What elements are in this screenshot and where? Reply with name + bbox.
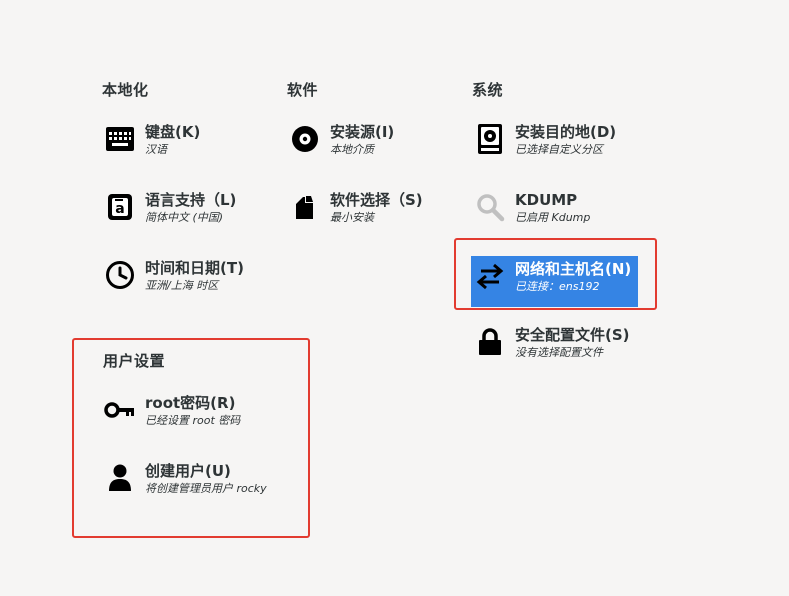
time-date-status: 亚洲/上海 时区 — [145, 279, 219, 292]
kdump-status: 已启用 Kdump — [515, 211, 591, 224]
language-support-title: 语言支持（L) — [145, 191, 237, 209]
software-selection-title: 软件选择（S) — [330, 191, 423, 209]
user-icon — [104, 462, 136, 494]
security-profile-status: 没有选择配置文件 — [515, 346, 603, 359]
language-support-status: 简体中文 (中国) — [145, 211, 224, 224]
install-destination-status: 已选择自定义分区 — [515, 143, 603, 156]
hard-drive-icon — [474, 123, 506, 155]
software-selection-status: 最小安装 — [330, 211, 374, 224]
root-password-status: 已经设置 root 密码 — [145, 414, 241, 427]
root-password-spoke[interactable]: root密码(R) 已经设置 root 密码 — [104, 393, 240, 428]
language-support-spoke[interactable]: a 语言支持（L) 简体中文 (中国) — [104, 190, 236, 225]
time-date-title: 时间和日期(T) — [145, 259, 244, 277]
root-password-title: root密码(R) — [145, 394, 236, 412]
keyboard-spoke[interactable]: 键盘(K) 汉语 — [104, 122, 200, 157]
security-profile-spoke[interactable]: 安全配置文件(S) 没有选择配置文件 — [474, 325, 630, 360]
disc-icon — [289, 123, 321, 155]
kdump-title: KDUMP — [515, 191, 578, 209]
install-source-spoke[interactable]: 安装源(I) 本地介质 — [289, 122, 394, 157]
install-source-title: 安装源(I) — [330, 123, 395, 141]
keyboard-title: 键盘(K) — [145, 123, 201, 141]
clock-icon — [104, 259, 136, 291]
create-user-title: 创建用户(U) — [145, 462, 231, 480]
time-date-spoke[interactable]: 时间和日期(T) 亚洲/上海 时区 — [104, 258, 244, 293]
network-arrows-icon — [474, 260, 506, 292]
svg-text:a: a — [115, 201, 124, 217]
create-user-spoke[interactable]: 创建用户(U) 将创建管理员用户 rocky — [104, 461, 267, 496]
create-user-status: 将创建管理员用户 rocky — [145, 482, 267, 495]
security-profile-title: 安全配置文件(S) — [515, 326, 630, 344]
network-hostname-spoke[interactable]: 网络和主机名(N) 已连接：ens192 — [471, 256, 638, 307]
section-title-software: 软件 — [287, 81, 319, 99]
kdump-spoke[interactable]: KDUMP 已启用 Kdump — [474, 190, 590, 225]
lock-icon — [474, 326, 506, 358]
section-title-user-settings: 用户设置 — [103, 352, 166, 370]
install-destination-spoke[interactable]: 安装目的地(D) 已选择自定义分区 — [474, 122, 616, 157]
install-source-status: 本地介质 — [330, 143, 374, 156]
magnifier-icon — [474, 191, 506, 223]
software-selection-spoke[interactable]: 软件选择（S) 最小安装 — [289, 190, 423, 225]
section-title-system: 系统 — [472, 81, 504, 99]
network-hostname-status: 已连接：ens192 — [515, 280, 600, 293]
language-icon: a — [104, 191, 136, 223]
keyboard-status: 汉语 — [145, 143, 167, 156]
keyboard-icon — [104, 123, 136, 155]
section-title-localization: 本地化 — [102, 81, 149, 99]
package-icon — [289, 191, 321, 223]
network-hostname-title: 网络和主机名(N) — [515, 260, 632, 278]
key-icon — [104, 394, 136, 426]
install-destination-title: 安装目的地(D) — [515, 123, 617, 141]
